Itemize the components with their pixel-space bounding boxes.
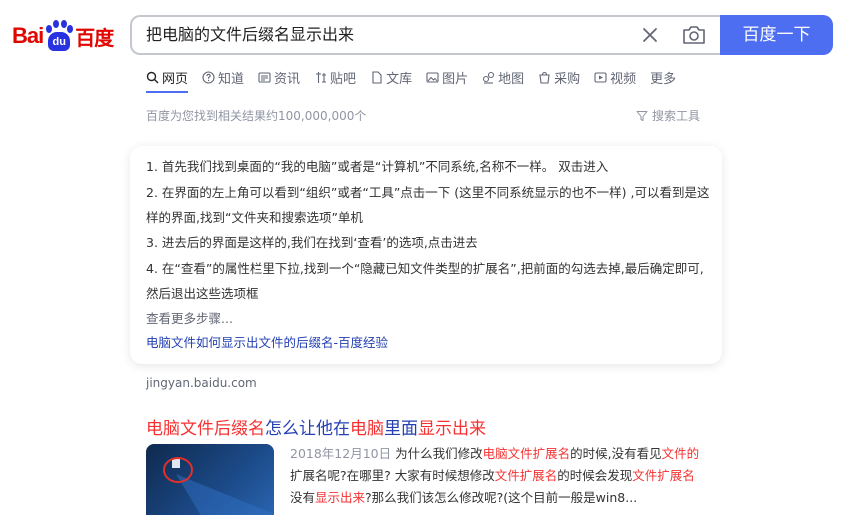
search-tabs: 网页 知道 资讯 贴吧 文库 图片 地图 采购 视频 更多 — [146, 66, 690, 94]
filter-icon — [636, 110, 648, 121]
document-icon — [372, 70, 382, 84]
tab-label: 视频 — [610, 71, 637, 87]
logo-text-bai: Bai — [12, 23, 44, 48]
question-icon — [202, 70, 215, 84]
title-segment: 显示出来 — [418, 419, 486, 439]
snippet-segment: 的时候会发现 — [557, 468, 633, 483]
title-segment: 电脑文件后缀名 — [146, 419, 265, 439]
snippet-segment: 文件扩展名 — [494, 468, 558, 483]
step-item: 3. 进去后的界面是这样的,我们在找到‘查看’的选项,点击进去 — [146, 235, 478, 250]
title-segment: 里面 — [384, 419, 418, 439]
baidu-logo[interactable]: Bai du 百度 — [12, 18, 114, 54]
tab-label: 贴吧 — [330, 71, 357, 87]
logo-text-du: du — [48, 32, 71, 51]
search-tools-label: 搜索工具 — [652, 109, 701, 123]
jingyan-link[interactable]: 电脑文件如何显示出文件的后缀名-百度经验 — [146, 332, 388, 351]
tab-web[interactable]: 网页 — [146, 66, 189, 93]
search-box[interactable]: 把电脑的文件后缀名显示出来 — [130, 15, 722, 55]
title-segment: 电脑 — [350, 419, 384, 439]
tab-label: 网页 — [162, 71, 189, 87]
tab-label: 采购 — [554, 71, 581, 87]
snippet-segment: 电脑文件扩展名 — [482, 446, 571, 461]
tab-item[interactable]: 图片 — [426, 66, 468, 88]
snippet-segment: 的时候,没有看见 — [570, 446, 662, 461]
tab-label: 文库 — [386, 71, 413, 87]
tab-label: 更多 — [650, 71, 677, 87]
tab-item[interactable]: 文库 — [370, 66, 412, 88]
snippet-segment: ?那么我们该怎么修改呢?(这个目前一般是win8... — [365, 490, 638, 505]
logo-text-baidu-cn: 百度 — [75, 25, 114, 50]
thumbnail-image — [163, 457, 274, 515]
snippet-segment: 为什么我们修改 — [395, 446, 483, 461]
map-icon — [483, 71, 495, 84]
result-thumbnail[interactable] — [146, 444, 274, 515]
clear-icon[interactable] — [640, 25, 660, 45]
snippet-segment: 没有 — [290, 490, 316, 505]
image-icon — [426, 71, 439, 83]
snippet-segment: 文件的 — [661, 446, 700, 461]
tab-item[interactable]: 地图 — [482, 66, 524, 88]
tab-label: 资讯 — [274, 71, 301, 87]
tab-item[interactable]: 采购 — [538, 66, 580, 88]
result-snippet: 2018年12月10日 为什么我们修改电脑文件扩展名的时候,没有看见文件的扩展名… — [290, 443, 704, 509]
step-item: 1. 首先我们找到桌面的“我的电脑”或者是“计算机”不同系统,名称不一样。 双击… — [146, 159, 609, 174]
snippet-segment: 扩展名呢?在哪里? 大家有时候想修改 — [290, 468, 495, 483]
tab-label: 地图 — [498, 71, 525, 87]
video-icon — [594, 71, 607, 83]
shopping-icon — [539, 71, 550, 84]
snippet-segment: 文件扩展名 — [632, 468, 695, 483]
step-item: 2. 在界面的左上角可以看到“组织”或者“工具”点击一下 (这里不同系统显示的也… — [146, 185, 710, 225]
search-tools-button[interactable]: 搜索工具 — [636, 107, 700, 124]
tab-item[interactable]: 资讯 — [258, 66, 300, 88]
search-button[interactable]: 百度一下 — [720, 15, 833, 55]
tab-item[interactable]: 更多 — [650, 66, 676, 88]
tieba-icon — [316, 71, 327, 83]
news-icon — [258, 71, 271, 83]
result-title-link[interactable]: 电脑文件后缀名怎么让他在电脑里面显示出来 — [146, 414, 486, 439]
search-input[interactable]: 把电脑的文件后缀名显示出来 — [146, 17, 354, 53]
tab-item[interactable]: 知道 — [202, 66, 244, 88]
search-icon — [146, 71, 159, 83]
result-count: 百度为您找到相关结果约100,000,000个 — [146, 109, 367, 123]
more-steps-link[interactable]: 查看更多步骤... — [146, 308, 233, 327]
paw-icon: du — [44, 20, 74, 52]
camera-icon[interactable] — [682, 24, 706, 46]
tab-label: 图片 — [442, 71, 469, 87]
tab-item[interactable]: 贴吧 — [314, 66, 356, 88]
tab-item[interactable]: 视频 — [594, 66, 636, 88]
steps-card: 1. 首先我们找到桌面的“我的电脑”或者是“计算机”不同系统,名称不一样。 双击… — [130, 146, 722, 364]
step-item: 4. 在“查看”的属性栏里下拉,找到一个“隐藏已知文件类型的扩展名”,把前面的勾… — [146, 261, 704, 301]
tab-label: 知道 — [218, 71, 245, 87]
snippet-segment: 显示出来 — [315, 490, 366, 505]
result-date: 2018年12月10日 — [290, 446, 392, 461]
source-url[interactable]: jingyan.baidu.com — [146, 376, 257, 390]
title-segment: 怎么让他在 — [265, 419, 350, 439]
